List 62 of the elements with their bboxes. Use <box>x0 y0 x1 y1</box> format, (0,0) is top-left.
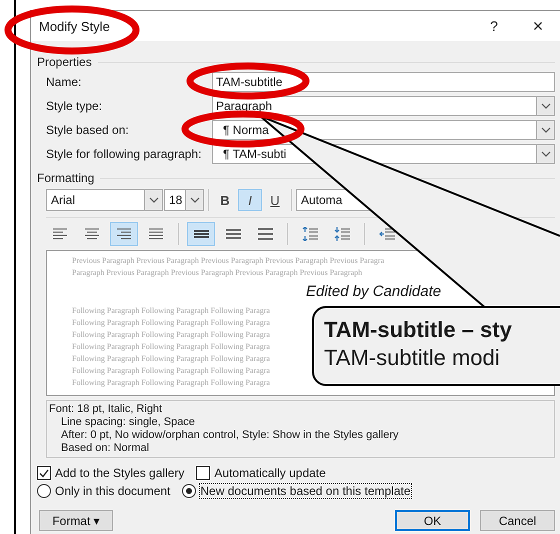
paragraph-spacing-icon <box>302 227 318 241</box>
font-dropdown[interactable]: Arial <box>46 189 163 211</box>
field-label: Style type: <box>46 99 104 113</box>
checkbox[interactable] <box>37 466 51 480</box>
line-spacing-icon <box>194 228 208 240</box>
align-button[interactable] <box>110 222 138 246</box>
description-text: After: 0 pt, No widow/orphan control, Style: Show in the Styles gallery <box>60 429 398 442</box>
preview-text: Following Paragraph Following Paragraph Following Paragra <box>72 377 270 389</box>
underline-button[interactable]: U <box>263 189 287 211</box>
preview-text: Paragraph Previous Paragraph Previous Paragraph Previous Paragraph Previous Paragraph <box>72 267 362 279</box>
bold-button[interactable]: B <box>213 189 237 211</box>
name-field[interactable]: TAM-subtitle <box>212 72 555 92</box>
chevron-down-icon <box>540 127 550 133</box>
radio-button[interactable] <box>37 484 51 498</box>
outdent-icon <box>379 228 395 240</box>
group-label: Formatting <box>37 171 94 185</box>
chevron-down-icon <box>148 197 158 203</box>
radio-button[interactable] <box>182 484 196 498</box>
field-label: Style based on: <box>46 123 130 137</box>
preview-text: Following Paragraph Following Paragraph Following Paragra <box>72 353 270 365</box>
radio-label: New documents based on this template <box>200 484 411 498</box>
line-spacing-button[interactable] <box>187 222 215 246</box>
preview-text: Following Paragraph Following Paragraph Following Paragra <box>72 365 270 377</box>
help-button[interactable]: ? <box>472 11 516 41</box>
align-center-icon <box>84 228 100 240</box>
preview-sample-text: Edited by Candidate <box>306 283 442 301</box>
checkbox-label: Add to the Styles gallery <box>55 466 184 480</box>
field-label: Name: <box>46 75 82 89</box>
chevron-down-icon <box>540 151 550 157</box>
window-title: Modify Style <box>39 18 111 34</box>
preview-text: Following Paragraph Following Paragraph Following Paragra <box>72 341 270 353</box>
align-right-icon <box>116 228 132 240</box>
align-justify-icon <box>148 228 164 240</box>
chevron-down-icon <box>190 197 200 203</box>
callout-text: TAM-subtitle modi <box>324 344 500 372</box>
preview-text: Following Paragraph Following Paragraph Following Paragra <box>72 329 270 341</box>
description-text: Line spacing: single, Space <box>60 416 195 429</box>
line-spacing-icon <box>226 228 240 240</box>
field-label: Style for following paragraph: <box>46 147 202 161</box>
style-dropdown[interactable]: Paragraph <box>212 96 555 116</box>
format-button[interactable]: Format ▾ <box>39 510 113 531</box>
chevron-down-icon <box>540 103 550 109</box>
description-text: Based on: Normal <box>60 442 150 455</box>
italic-button[interactable]: I <box>238 189 262 211</box>
align-left-icon <box>52 228 68 240</box>
callout-title: TAM-subtitle – sty <box>324 316 512 344</box>
description-text: Font: 18 pt, Italic, Right <box>49 403 162 416</box>
preview-text: Following Paragraph Following Paragraph Following Paragra <box>72 305 270 317</box>
font-size-dropdown[interactable]: 18 <box>164 189 204 211</box>
preview-text: Following Paragraph Following Paragraph Following Paragra <box>72 317 270 329</box>
close-button[interactable]: × <box>516 11 560 41</box>
check-icon <box>39 468 49 478</box>
style-dropdown[interactable]: ¶ Norma <box>212 120 555 140</box>
preview-text: Previous Paragraph Previous Paragraph Previous Paragraph Previous Paragraph Previous Paragra <box>72 255 384 267</box>
cancel-button[interactable]: Cancel <box>480 510 555 531</box>
checkbox-label: Automatically update <box>214 466 326 480</box>
checkbox[interactable] <box>196 466 210 480</box>
group-label: Properties <box>37 55 92 69</box>
radio-label: Only in this document <box>55 484 170 498</box>
line-spacing-icon <box>258 228 272 240</box>
paragraph-spacing-icon <box>334 227 350 241</box>
ok-button[interactable]: OK <box>395 510 470 531</box>
